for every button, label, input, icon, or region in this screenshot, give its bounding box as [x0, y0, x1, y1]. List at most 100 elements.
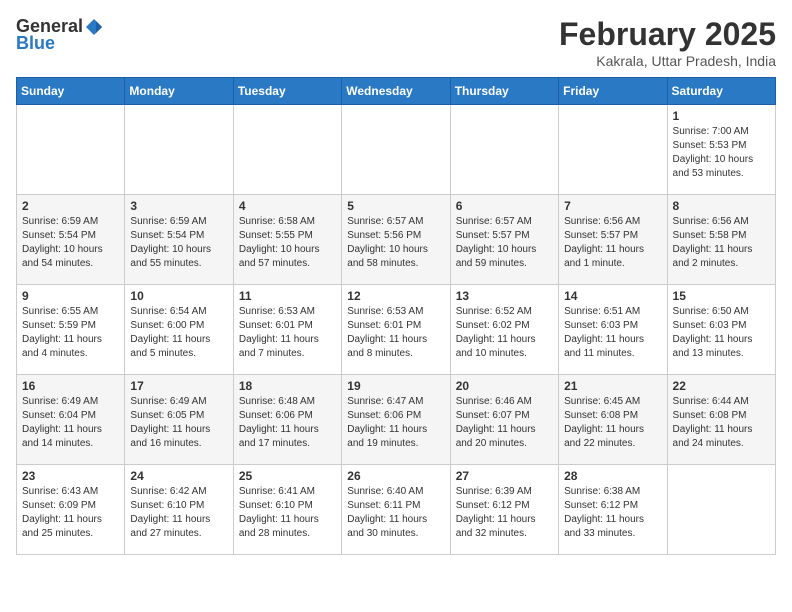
- day-info: Sunrise: 6:39 AMSunset: 6:12 PMDaylight:…: [456, 485, 553, 541]
- day-info: Sunrise: 6:53 AMSunset: 6:01 PMDaylight:…: [347, 305, 444, 361]
- day-number: 16: [22, 379, 119, 393]
- calendar-cell: 22 Sunrise: 6:44 AMSunset: 6:08 PMDayligh…: [667, 375, 775, 465]
- day-info: Sunrise: 6:55 AMSunset: 5:59 PMDaylight:…: [22, 305, 119, 361]
- day-info: Sunrise: 6:54 AMSunset: 6:00 PMDaylight:…: [130, 305, 227, 361]
- calendar-week-row: 9 Sunrise: 6:55 AMSunset: 5:59 PMDaylight…: [17, 285, 776, 375]
- day-info: Sunrise: 6:56 AMSunset: 5:58 PMDaylight:…: [673, 215, 770, 271]
- day-number: 12: [347, 289, 444, 303]
- calendar-cell: 24 Sunrise: 6:42 AMSunset: 6:10 PMDayligh…: [125, 465, 233, 555]
- calendar-cell: 11 Sunrise: 6:53 AMSunset: 6:01 PMDayligh…: [233, 285, 341, 375]
- day-number: 9: [22, 289, 119, 303]
- page-header: General Blue February 2025 Kakrala, Utta…: [16, 16, 776, 69]
- calendar-cell: 26 Sunrise: 6:40 AMSunset: 6:11 PMDayligh…: [342, 465, 450, 555]
- weekday-header-thursday: Thursday: [450, 78, 558, 105]
- day-number: 7: [564, 199, 661, 213]
- day-number: 27: [456, 469, 553, 483]
- calendar-cell: 7Sunrise: 6:56 AMSunset: 5:57 PMDaylight…: [559, 195, 667, 285]
- calendar-cell: 9 Sunrise: 6:55 AMSunset: 5:59 PMDaylight…: [17, 285, 125, 375]
- day-number: 26: [347, 469, 444, 483]
- weekday-header-monday: Monday: [125, 78, 233, 105]
- day-info: Sunrise: 6:41 AMSunset: 6:10 PMDaylight:…: [239, 485, 336, 541]
- day-info: Sunrise: 6:53 AMSunset: 6:01 PMDaylight:…: [239, 305, 336, 361]
- calendar-cell: [233, 105, 341, 195]
- weekday-header-sunday: Sunday: [17, 78, 125, 105]
- calendar-cell: [450, 105, 558, 195]
- logo-icon: [84, 17, 104, 37]
- day-info: Sunrise: 6:49 AMSunset: 6:05 PMDaylight:…: [130, 395, 227, 451]
- calendar-week-row: 2 Sunrise: 6:59 AMSunset: 5:54 PMDaylight…: [17, 195, 776, 285]
- calendar-title: February 2025: [559, 16, 776, 53]
- day-info: Sunrise: 6:59 AMSunset: 5:54 PMDaylight:…: [22, 215, 119, 271]
- day-number: 25: [239, 469, 336, 483]
- day-number: 28: [564, 469, 661, 483]
- day-number: 24: [130, 469, 227, 483]
- calendar-cell: [17, 105, 125, 195]
- day-info: Sunrise: 6:59 AMSunset: 5:54 PMDaylight:…: [130, 215, 227, 271]
- day-number: 2: [22, 199, 119, 213]
- calendar-cell: 17Sunrise: 6:49 AMSunset: 6:05 PMDayligh…: [125, 375, 233, 465]
- day-number: 6: [456, 199, 553, 213]
- calendar-cell: 3Sunrise: 6:59 AMSunset: 5:54 PMDaylight…: [125, 195, 233, 285]
- logo: General Blue: [16, 16, 104, 54]
- calendar-week-row: 16 Sunrise: 6:49 AMSunset: 6:04 PMDayligh…: [17, 375, 776, 465]
- calendar-cell: [342, 105, 450, 195]
- calendar-cell: 1 Sunrise: 7:00 AMSunset: 5:53 PMDaylight…: [667, 105, 775, 195]
- day-info: Sunrise: 6:48 AMSunset: 6:06 PMDaylight:…: [239, 395, 336, 451]
- calendar-cell: 5 Sunrise: 6:57 AMSunset: 5:56 PMDaylight…: [342, 195, 450, 285]
- calendar-cell: [559, 105, 667, 195]
- day-number: 10: [130, 289, 227, 303]
- calendar-cell: [125, 105, 233, 195]
- weekday-header-wednesday: Wednesday: [342, 78, 450, 105]
- day-number: 18: [239, 379, 336, 393]
- calendar-cell: 12 Sunrise: 6:53 AMSunset: 6:01 PMDayligh…: [342, 285, 450, 375]
- day-info: Sunrise: 6:57 AMSunset: 5:56 PMDaylight:…: [347, 215, 444, 271]
- day-number: 8: [673, 199, 770, 213]
- day-info: Sunrise: 6:51 AMSunset: 6:03 PMDaylight:…: [564, 305, 661, 361]
- weekday-header-row: SundayMondayTuesdayWednesdayThursdayFrid…: [17, 78, 776, 105]
- day-number: 19: [347, 379, 444, 393]
- calendar-cell: 20Sunrise: 6:46 AMSunset: 6:07 PMDayligh…: [450, 375, 558, 465]
- day-number: 5: [347, 199, 444, 213]
- day-info: Sunrise: 6:42 AMSunset: 6:10 PMDaylight:…: [130, 485, 227, 541]
- calendar-cell: 21Sunrise: 6:45 AMSunset: 6:08 PMDayligh…: [559, 375, 667, 465]
- day-info: Sunrise: 6:49 AMSunset: 6:04 PMDaylight:…: [22, 395, 119, 451]
- day-number: 11: [239, 289, 336, 303]
- calendar-cell: 25 Sunrise: 6:41 AMSunset: 6:10 PMDayligh…: [233, 465, 341, 555]
- logo-blue-text: Blue: [16, 33, 55, 54]
- calendar-week-row: 1 Sunrise: 7:00 AMSunset: 5:53 PMDaylight…: [17, 105, 776, 195]
- calendar-cell: 8 Sunrise: 6:56 AMSunset: 5:58 PMDaylight…: [667, 195, 775, 285]
- day-info: Sunrise: 6:40 AMSunset: 6:11 PMDaylight:…: [347, 485, 444, 541]
- day-number: 14: [564, 289, 661, 303]
- weekday-header-saturday: Saturday: [667, 78, 775, 105]
- calendar-cell: [667, 465, 775, 555]
- day-info: Sunrise: 6:57 AMSunset: 5:57 PMDaylight:…: [456, 215, 553, 271]
- calendar-cell: 16 Sunrise: 6:49 AMSunset: 6:04 PMDayligh…: [17, 375, 125, 465]
- calendar-cell: 14 Sunrise: 6:51 AMSunset: 6:03 PMDayligh…: [559, 285, 667, 375]
- calendar-cell: 10 Sunrise: 6:54 AMSunset: 6:00 PMDayligh…: [125, 285, 233, 375]
- calendar-cell: 15 Sunrise: 6:50 AMSunset: 6:03 PMDayligh…: [667, 285, 775, 375]
- day-number: 1: [673, 109, 770, 123]
- calendar-cell: 6 Sunrise: 6:57 AMSunset: 5:57 PMDaylight…: [450, 195, 558, 285]
- day-info: Sunrise: 6:43 AMSunset: 6:09 PMDaylight:…: [22, 485, 119, 541]
- day-number: 21: [564, 379, 661, 393]
- calendar-subtitle: Kakrala, Uttar Pradesh, India: [559, 53, 776, 69]
- title-block: February 2025 Kakrala, Uttar Pradesh, In…: [559, 16, 776, 69]
- day-info: Sunrise: 6:50 AMSunset: 6:03 PMDaylight:…: [673, 305, 770, 361]
- day-number: 15: [673, 289, 770, 303]
- day-info: Sunrise: 6:44 AMSunset: 6:08 PMDaylight:…: [673, 395, 770, 451]
- day-info: Sunrise: 6:47 AMSunset: 6:06 PMDaylight:…: [347, 395, 444, 451]
- calendar-week-row: 23 Sunrise: 6:43 AMSunset: 6:09 PMDayligh…: [17, 465, 776, 555]
- day-info: Sunrise: 7:00 AMSunset: 5:53 PMDaylight:…: [673, 125, 770, 181]
- day-info: Sunrise: 6:52 AMSunset: 6:02 PMDaylight:…: [456, 305, 553, 361]
- day-number: 13: [456, 289, 553, 303]
- calendar-cell: 27 Sunrise: 6:39 AMSunset: 6:12 PMDayligh…: [450, 465, 558, 555]
- calendar-cell: 23 Sunrise: 6:43 AMSunset: 6:09 PMDayligh…: [17, 465, 125, 555]
- weekday-header-tuesday: Tuesday: [233, 78, 341, 105]
- calendar-cell: 13 Sunrise: 6:52 AMSunset: 6:02 PMDayligh…: [450, 285, 558, 375]
- day-number: 22: [673, 379, 770, 393]
- day-info: Sunrise: 6:38 AMSunset: 6:12 PMDaylight:…: [564, 485, 661, 541]
- day-number: 23: [22, 469, 119, 483]
- day-info: Sunrise: 6:46 AMSunset: 6:07 PMDaylight:…: [456, 395, 553, 451]
- calendar-cell: 19 Sunrise: 6:47 AMSunset: 6:06 PMDayligh…: [342, 375, 450, 465]
- calendar-cell: 18 Sunrise: 6:48 AMSunset: 6:06 PMDayligh…: [233, 375, 341, 465]
